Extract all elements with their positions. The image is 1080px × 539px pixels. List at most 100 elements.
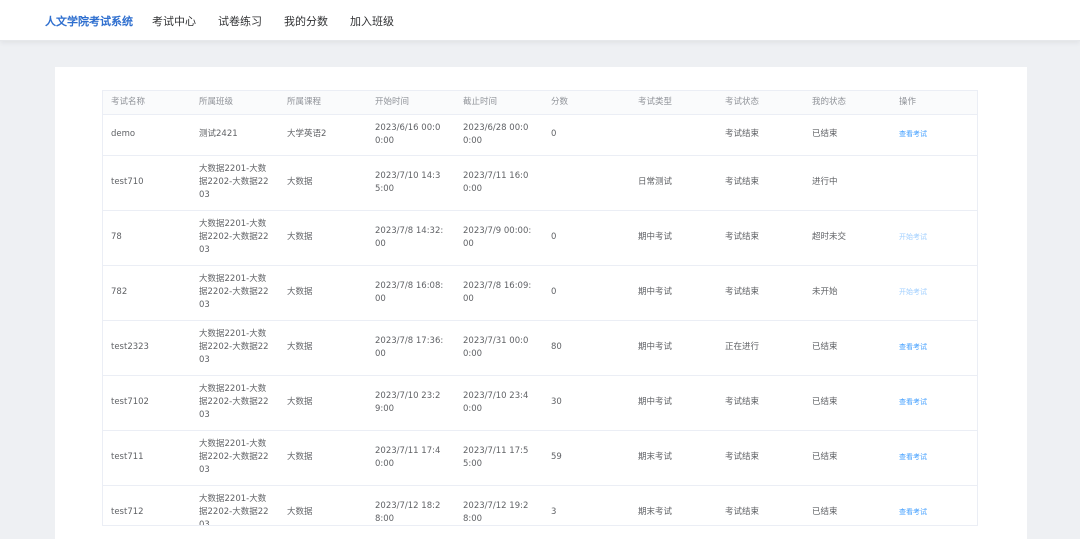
nav-exam-center[interactable]: 考试中心 (152, 13, 196, 29)
table-row: test711 大数据2201-大数据2202-大数据2203 大数据 2023/7/… (103, 430, 977, 486)
top-navbar: 人文学院考试系统 考试中心 试卷练习 我的分数 加入班级 (0, 0, 1080, 41)
cell-start-time: 2023/7/8 17:36:00 (367, 320, 455, 376)
cell-course: 大数据 (279, 430, 367, 486)
cell-action (891, 155, 977, 211)
cell-start-time: 2023/7/10 14:35:00 (367, 155, 455, 211)
cell-exam-type: 期末考试 (630, 485, 717, 525)
header-score: 分数 (543, 91, 630, 115)
exam-table: 考试名称 所属班级 所属课程 开始时间 截止时间 分数 考试类型 考试状态 我的… (103, 91, 977, 525)
header-my-status: 我的状态 (804, 91, 891, 115)
cell-exam-status: 考试结束 (717, 430, 804, 486)
cell-exam-type: 期末考试 (630, 430, 717, 486)
cell-course: 大数据 (279, 210, 367, 266)
cell-exam-name: demo (103, 114, 191, 156)
table-row: 782 大数据2201-大数据2202-大数据2203 大数据 2023/7/8 16… (103, 265, 977, 321)
cell-end-time: 2023/7/8 16:09:00 (455, 265, 543, 321)
cell-class: 大数据2201-大数据2202-大数据2203 (191, 155, 279, 211)
header-exam-status: 考试状态 (717, 91, 804, 115)
cell-score: 3 (543, 485, 630, 525)
header-end-time: 截止时间 (455, 91, 543, 115)
cell-score: 0 (543, 210, 630, 266)
table-header-row: 考试名称 所属班级 所属课程 开始时间 截止时间 分数 考试类型 考试状态 我的… (103, 91, 977, 115)
table-row: demo 测试2421 大学英语2 2023/6/16 00:00:00 2023/6/… (103, 114, 977, 156)
cell-end-time: 2023/7/10 23:40:00 (455, 375, 543, 431)
cell-exam-status: 考试结束 (717, 114, 804, 156)
cell-class: 大数据2201-大数据2202-大数据2203 (191, 375, 279, 431)
cell-class: 大数据2201-大数据2202-大数据2203 (191, 265, 279, 321)
cell-my-status: 已结束 (804, 320, 891, 376)
cell-my-status: 已结束 (804, 114, 891, 156)
cell-course: 大数据 (279, 265, 367, 321)
cell-exam-name: test2323 (103, 320, 191, 376)
cell-exam-name: test712 (103, 485, 191, 525)
header-exam-type: 考试类型 (630, 91, 717, 115)
cell-exam-type (630, 114, 717, 156)
cell-my-status: 已结束 (804, 485, 891, 525)
table-row: test2323 大数据2201-大数据2202-大数据2203 大数据 2023/7… (103, 320, 977, 376)
cell-exam-name: 78 (103, 210, 191, 266)
view-exam-link[interactable]: 查看考试 (891, 114, 977, 156)
cell-end-time: 2023/7/12 19:28:00 (455, 485, 543, 525)
exam-list-card: 考试名称 所属班级 所属课程 开始时间 截止时间 分数 考试类型 考试状态 我的… (55, 67, 1027, 539)
view-exam-link[interactable]: 查看考试 (891, 320, 977, 376)
cell-end-time: 2023/6/28 00:00:00 (455, 114, 543, 156)
cell-score: 0 (543, 114, 630, 156)
nav-join-class[interactable]: 加入班级 (350, 13, 394, 29)
cell-exam-status: 考试结束 (717, 265, 804, 321)
cell-score (543, 155, 630, 211)
cell-exam-name: test7102 (103, 375, 191, 431)
cell-score: 0 (543, 265, 630, 321)
cell-my-status: 超时未交 (804, 210, 891, 266)
view-exam-link[interactable]: 查看考试 (891, 375, 977, 431)
cell-course: 大学英语2 (279, 114, 367, 156)
header-course: 所属课程 (279, 91, 367, 115)
view-exam-link[interactable]: 查看考试 (891, 485, 977, 525)
main-nav: 人文学院考试系统 考试中心 试卷练习 我的分数 加入班级 (0, 0, 1080, 41)
nav-my-scores[interactable]: 我的分数 (284, 13, 328, 29)
cell-exam-status: 正在进行 (717, 320, 804, 376)
cell-exam-type: 日常测试 (630, 155, 717, 211)
start-exam-link[interactable]: 开始考试 (891, 265, 977, 321)
cell-exam-name: test710 (103, 155, 191, 211)
cell-exam-name: 782 (103, 265, 191, 321)
cell-class: 大数据2201-大数据2202-大数据2203 (191, 430, 279, 486)
cell-exam-type: 期中考试 (630, 375, 717, 431)
cell-course: 大数据 (279, 485, 367, 525)
cell-exam-status: 考试结束 (717, 375, 804, 431)
cell-exam-type: 期中考试 (630, 320, 717, 376)
header-start-time: 开始时间 (367, 91, 455, 115)
cell-end-time: 2023/7/31 00:00:00 (455, 320, 543, 376)
start-exam-link[interactable]: 开始考试 (891, 210, 977, 266)
header-action: 操作 (891, 91, 977, 115)
cell-my-status: 未开始 (804, 265, 891, 321)
header-exam-name: 考试名称 (103, 91, 191, 115)
cell-class: 测试2421 (191, 114, 279, 156)
cell-course: 大数据 (279, 155, 367, 211)
cell-start-time: 2023/7/12 18:28:00 (367, 485, 455, 525)
cell-score: 30 (543, 375, 630, 431)
nav-paper-practice[interactable]: 试卷练习 (218, 13, 262, 29)
brand-title[interactable]: 人文学院考试系统 (45, 13, 133, 29)
cell-start-time: 2023/6/16 00:00:00 (367, 114, 455, 156)
cell-exam-status: 考试结束 (717, 155, 804, 211)
cell-my-status: 进行中 (804, 155, 891, 211)
table-body: demo 测试2421 大学英语2 2023/6/16 00:00:00 2023/6/… (103, 114, 977, 525)
view-exam-link[interactable]: 查看考试 (891, 430, 977, 486)
cell-exam-type: 期中考试 (630, 210, 717, 266)
cell-start-time: 2023/7/11 17:40:00 (367, 430, 455, 486)
header-class: 所属班级 (191, 91, 279, 115)
exam-table-container[interactable]: 考试名称 所属班级 所属课程 开始时间 截止时间 分数 考试类型 考试状态 我的… (102, 90, 978, 526)
cell-exam-status: 考试结束 (717, 485, 804, 525)
cell-class: 大数据2201-大数据2202-大数据2203 (191, 210, 279, 266)
cell-exam-type: 期中考试 (630, 265, 717, 321)
table-row: test7102 大数据2201-大数据2202-大数据2203 大数据 2023/7… (103, 375, 977, 431)
table-row: test712 大数据2201-大数据2202-大数据2203 大数据 2023/7/… (103, 485, 977, 525)
table-row: test710 大数据2201-大数据2202-大数据2203 大数据 2023/7/… (103, 155, 977, 211)
cell-my-status: 已结束 (804, 430, 891, 486)
cell-course: 大数据 (279, 375, 367, 431)
cell-end-time: 2023/7/11 17:55:00 (455, 430, 543, 486)
table-row: 78 大数据2201-大数据2202-大数据2203 大数据 2023/7/8 14:… (103, 210, 977, 266)
cell-end-time: 2023/7/11 16:00:00 (455, 155, 543, 211)
cell-start-time: 2023/7/8 16:08:00 (367, 265, 455, 321)
cell-score: 80 (543, 320, 630, 376)
